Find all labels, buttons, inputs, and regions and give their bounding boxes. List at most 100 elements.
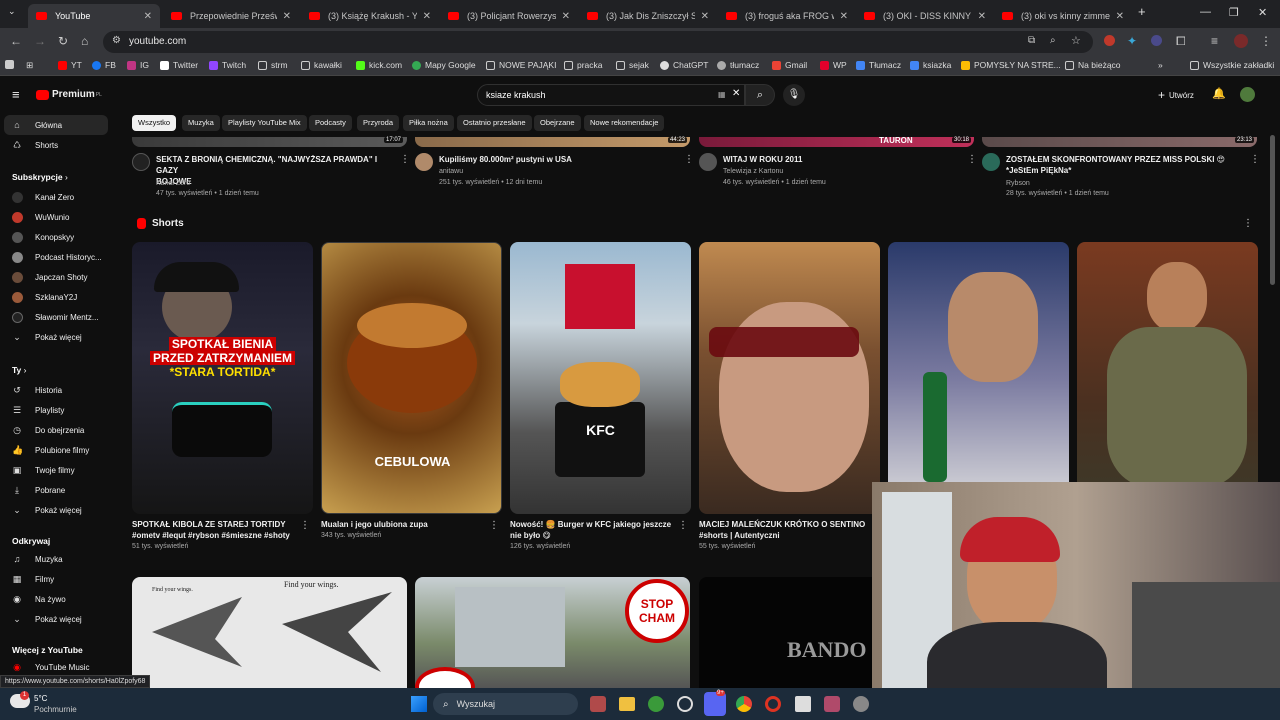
sidebar-item-movies[interactable]: ▦ Filmy bbox=[4, 569, 108, 589]
windows-start-icon[interactable] bbox=[411, 696, 427, 712]
chrome-icon[interactable] bbox=[736, 696, 752, 712]
chip-watched[interactable]: Obejrzane bbox=[534, 115, 581, 131]
video-thumbnail[interactable] bbox=[982, 137, 1257, 147]
sidebar-item-downloads[interactable]: ⤓ Pobrane bbox=[4, 480, 108, 500]
short-thumbnail[interactable] bbox=[888, 242, 1069, 514]
short-thumbnail[interactable] bbox=[699, 242, 880, 514]
sidebar-item-home[interactable]: ⌂ Główna bbox=[4, 115, 108, 135]
more-actions-icon[interactable]: ⋮ bbox=[489, 520, 499, 531]
more-actions-icon[interactable]: ⋮ bbox=[684, 154, 694, 165]
video-thumbnail[interactable]: BANDO bbox=[699, 577, 873, 688]
search-input[interactable]: ksiaze krakush ▦ ✕ bbox=[477, 84, 745, 106]
more-actions-icon[interactable]: ⋮ bbox=[678, 520, 688, 531]
address-bar[interactable]: ⚙ youtube.com ⧉ ⌕ ☆ bbox=[103, 31, 1093, 53]
chip-football[interactable]: Piłka nożna bbox=[403, 115, 454, 131]
record-extension-icon[interactable] bbox=[1104, 35, 1115, 46]
sidebar-show-more-explore[interactable]: ⌄ Pokaż więcej bbox=[4, 609, 108, 629]
voice-search-icon[interactable]: 🎙 bbox=[783, 84, 805, 106]
new-tab-button[interactable]: + bbox=[1138, 4, 1146, 19]
video-thumbnail[interactable]: TAURON bbox=[699, 136, 974, 147]
chip-nature[interactable]: Przyroda bbox=[357, 115, 400, 131]
bookmark-yt[interactable]: YT bbox=[58, 60, 82, 70]
you-heading[interactable]: Ty › bbox=[12, 365, 27, 375]
short-thumbnail[interactable] bbox=[1077, 242, 1258, 514]
hamburger-menu-icon[interactable]: ≡ bbox=[12, 87, 20, 102]
app-icon[interactable] bbox=[648, 696, 664, 712]
home-icon[interactable]: ⌂ bbox=[81, 34, 88, 48]
channel-avatar[interactable] bbox=[415, 153, 433, 171]
taskbar-search[interactable]: ⌕ Wyszukaj bbox=[433, 693, 578, 715]
account-avatar[interactable] bbox=[1240, 87, 1255, 102]
sub-konopskyy[interactable]: Konopskyy bbox=[4, 227, 108, 247]
sidebar-show-more-you[interactable]: ⌄ Pokaż więcej bbox=[4, 500, 108, 520]
apps-grid-icon[interactable]: ⊞ bbox=[26, 60, 33, 71]
settings-gear-icon[interactable] bbox=[853, 696, 869, 712]
forward-icon[interactable]: → bbox=[34, 34, 46, 48]
close-tab-icon[interactable]: ✕ bbox=[978, 11, 986, 22]
video-thumbnail[interactable] bbox=[415, 137, 690, 147]
bookmark-tlumacz-2[interactable]: Tłumacz bbox=[856, 60, 901, 70]
sidebar-item-music[interactable]: ♫ Muzyka bbox=[4, 549, 108, 569]
app-icon[interactable] bbox=[795, 696, 811, 712]
close-tab-icon[interactable]: ✕ bbox=[701, 11, 709, 22]
sidebar-item-watch-later[interactable]: ◷ Do obejrzenia bbox=[4, 420, 108, 440]
channel-name[interactable]: anitawu bbox=[439, 166, 463, 177]
tab-4[interactable]: (3) Policjant Rowerzysta, k✕ bbox=[440, 4, 578, 28]
bookmark-twitch[interactable]: Twitch bbox=[209, 60, 246, 70]
channel-avatar[interactable] bbox=[132, 153, 150, 171]
sidebar-item-history[interactable]: ↺ Historia bbox=[4, 380, 108, 400]
tab-search-icon[interactable]: ⌄ bbox=[8, 6, 16, 17]
bookmark-maps[interactable]: Mapy Google bbox=[412, 60, 476, 70]
channel-avatar[interactable] bbox=[699, 153, 717, 171]
short-title[interactable]: Mualan i jego ulubiona zupa bbox=[321, 519, 491, 530]
sub-japczan-shoty[interactable]: Japczan Shoty bbox=[4, 267, 108, 287]
close-tab-icon[interactable]: ✕ bbox=[144, 11, 152, 22]
bookmark-kick[interactable]: kick.com bbox=[356, 60, 402, 70]
notifications-bell-icon[interactable]: 🔔 bbox=[1212, 87, 1226, 100]
profile-avatar[interactable] bbox=[1234, 34, 1248, 48]
sidebar-show-more-subs[interactable]: ⌄ Pokaż więcej bbox=[4, 327, 108, 347]
sub-podcast-historyczny[interactable]: Podcast Historyc... bbox=[4, 247, 108, 267]
site-info-icon[interactable]: ⚙ bbox=[112, 35, 121, 46]
bookmark-pomysly[interactable]: POMYSŁY NA STRE... bbox=[961, 60, 1061, 70]
youtube-logo[interactable]: Premium PL bbox=[36, 89, 102, 100]
short-thumbnail[interactable]: SPOTKAŁ BIENIA PRZED ZATRZYMANIEM *STARA… bbox=[132, 242, 313, 514]
chip-mix[interactable]: Playlisty YouTube Mix bbox=[222, 115, 307, 131]
sub-slawomir-mentzen[interactable]: Sławomir Mentz... bbox=[4, 307, 108, 327]
more-actions-icon[interactable]: ⋮ bbox=[300, 520, 310, 531]
short-thumbnail[interactable]: CEBULOWA bbox=[321, 242, 502, 514]
sidebar-toggle-icon[interactable] bbox=[5, 60, 18, 69]
close-tab-icon[interactable]: ✕ bbox=[1116, 11, 1124, 22]
more-actions-icon[interactable]: ⋮ bbox=[967, 154, 977, 165]
tab-6[interactable]: (3) froguś aka FROG wbija✕ bbox=[718, 4, 856, 28]
maximize-button[interactable]: ❐ bbox=[1229, 6, 1239, 19]
search-button[interactable]: ⌕ bbox=[745, 84, 775, 106]
close-tab-icon[interactable]: ✕ bbox=[840, 11, 848, 22]
sidebar-item-shorts[interactable]: ♺ Shorts bbox=[4, 135, 108, 155]
channel-name[interactable]: Telewizja z Kartonu bbox=[723, 166, 783, 177]
app-icon[interactable] bbox=[824, 696, 840, 712]
tab-youtube[interactable]: YouTube ✕ bbox=[28, 4, 160, 28]
bookmark-wp[interactable]: WP bbox=[820, 60, 847, 70]
video-thumbnail[interactable] bbox=[132, 137, 407, 147]
chip-new-recommendations[interactable]: Nowe rekomendacje bbox=[584, 115, 665, 131]
subscriptions-heading[interactable]: Subskrypcje › bbox=[12, 172, 68, 182]
short-thumbnail[interactable]: KFC bbox=[510, 242, 691, 514]
keyboard-icon[interactable]: ▦ bbox=[718, 90, 726, 99]
video-title[interactable]: SEKTA Z BRONIĄ CHEMICZNĄ. "NAJWYŻSZA PRA… bbox=[156, 154, 391, 187]
short-title[interactable]: MACIEJ MALEŃCZUK KRÓTKO O SENTINO #short… bbox=[699, 519, 869, 541]
bookmark-star-icon[interactable]: ☆ bbox=[1071, 34, 1081, 47]
sidebar-item-live[interactable]: ◉ Na żywo bbox=[4, 589, 108, 609]
scrollbar-thumb[interactable] bbox=[1270, 135, 1275, 285]
sub-wuwunio[interactable]: WuWunio bbox=[4, 207, 108, 227]
more-actions-icon[interactable]: ⋮ bbox=[400, 154, 410, 165]
chip-all[interactable]: Wszystko bbox=[132, 115, 177, 131]
back-icon[interactable]: ← bbox=[10, 34, 22, 48]
file-explorer-icon[interactable] bbox=[619, 697, 635, 711]
close-window-button[interactable]: ✕ bbox=[1258, 6, 1267, 19]
sidebar-item-your-videos[interactable]: ▣ Twoje filmy bbox=[4, 460, 108, 480]
sidebar-item-youtube-music[interactable]: ◉ YouTube Music bbox=[4, 657, 108, 677]
bookmark-na-biezaco[interactable]: Na bieżąco bbox=[1065, 60, 1121, 70]
sidebar-item-liked[interactable]: 👍 Polubione filmy bbox=[4, 440, 108, 460]
chip-music[interactable]: Muzyka bbox=[182, 115, 220, 131]
